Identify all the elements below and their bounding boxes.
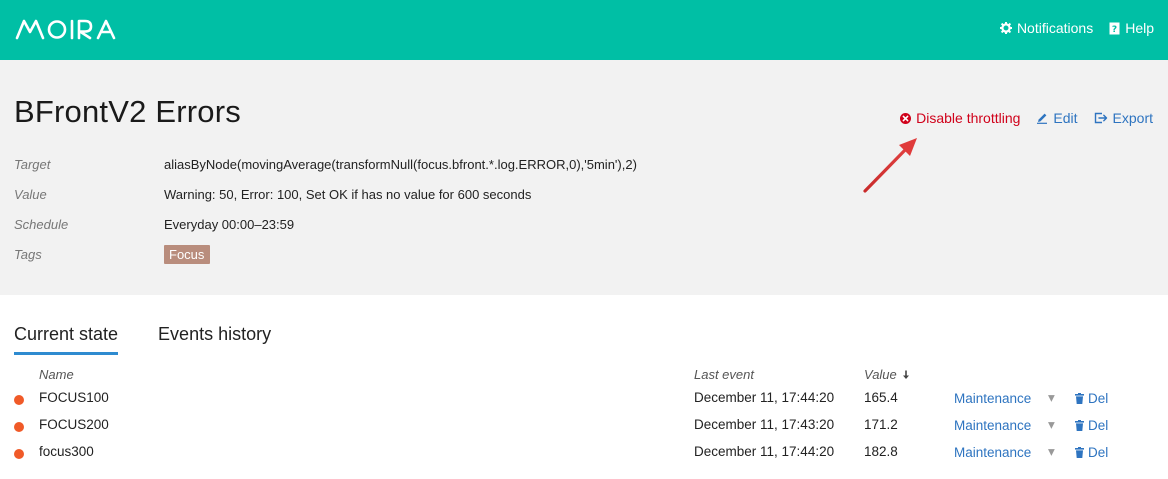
maintenance-dropdown[interactable]: Maintenance xyxy=(954,445,1031,460)
delete-label: Del xyxy=(1088,418,1109,433)
value-label: Value xyxy=(14,187,47,202)
delete-metric-button[interactable]: Del xyxy=(1075,445,1108,460)
metric-value: 171.2 xyxy=(864,417,898,432)
svg-text:?: ? xyxy=(1112,25,1117,35)
table-row: FOCUS200 December 11, 17:43:20 171.2 Mai… xyxy=(0,413,1168,440)
moira-logo-mark xyxy=(15,19,116,40)
maintenance-dropdown[interactable]: Maintenance xyxy=(954,391,1031,406)
delete-label: Del xyxy=(1088,445,1109,460)
top-bar: Notifications ? Help xyxy=(0,0,1168,60)
nav-help-label: Help xyxy=(1125,20,1154,36)
metric-name: FOCUS100 xyxy=(39,390,109,405)
last-event: December 11, 17:44:20 xyxy=(694,444,835,459)
moira-logo[interactable] xyxy=(15,17,119,41)
tab-events-history[interactable]: Events history xyxy=(158,324,271,355)
tab-bar: Current state Events history xyxy=(14,324,271,355)
metric-value: 182.8 xyxy=(864,444,898,459)
schedule-label: Schedule xyxy=(14,217,69,232)
annotation-arrow xyxy=(863,138,917,193)
tags-label: Tags xyxy=(14,247,42,262)
delete-metric-button[interactable]: Del xyxy=(1075,418,1108,433)
page-title: BFrontV2 Errors xyxy=(14,94,241,129)
top-nav: Notifications ? Help xyxy=(999,20,1154,36)
trash-icon xyxy=(1075,447,1084,458)
chevron-down-icon[interactable]: ▾ xyxy=(1048,417,1055,433)
metric-name: focus300 xyxy=(39,444,94,459)
schedule-value: Everyday 00:00–23:59 xyxy=(164,217,295,232)
sort-down-arrow-icon xyxy=(902,370,909,379)
column-header-last-event[interactable]: Last event xyxy=(694,367,754,382)
gear-icon xyxy=(999,22,1012,34)
export-label: Export xyxy=(1112,110,1153,126)
export-icon xyxy=(1094,112,1107,124)
tab-current-state[interactable]: Current state xyxy=(14,324,119,355)
column-header-name[interactable]: Name xyxy=(39,367,74,382)
target-value: aliasByNode(movingAverage(transformNull(… xyxy=(164,157,637,172)
tag-focus[interactable]: Focus xyxy=(164,245,211,264)
metric-name: FOCUS200 xyxy=(39,417,109,432)
last-event: December 11, 17:43:20 xyxy=(694,417,835,432)
export-button[interactable]: Export xyxy=(1094,110,1153,126)
error-circle-icon xyxy=(900,112,912,124)
tags-list: Focus xyxy=(164,245,211,264)
help-book-icon: ? xyxy=(1109,22,1120,35)
last-event: December 11, 17:44:20 xyxy=(694,390,835,405)
status-dot xyxy=(14,395,24,405)
delete-metric-button[interactable]: Del xyxy=(1075,391,1108,406)
maintenance-dropdown[interactable]: Maintenance xyxy=(954,418,1031,433)
target-label: Target xyxy=(14,157,51,172)
trash-icon xyxy=(1075,393,1084,404)
edit-button[interactable]: Edit xyxy=(1036,110,1078,126)
column-header-value[interactable]: Value xyxy=(864,367,910,382)
delete-label: Del xyxy=(1088,391,1109,406)
pencil-icon xyxy=(1037,113,1048,124)
nav-help[interactable]: ? Help xyxy=(1109,20,1154,36)
status-dot xyxy=(14,422,24,432)
disable-throttling-button[interactable]: Disable throttling xyxy=(900,110,1020,126)
disable-throttling-label: Disable throttling xyxy=(916,110,1021,126)
table-row: focus300 December 11, 17:44:20 182.8 Mai… xyxy=(0,440,1168,467)
trigger-actions: Disable throttling Edit Export xyxy=(900,110,1153,126)
trash-icon xyxy=(1075,420,1084,431)
metric-value: 165.4 xyxy=(864,390,898,405)
edit-label: Edit xyxy=(1053,110,1078,126)
status-dot xyxy=(14,449,24,459)
chevron-down-icon[interactable]: ▾ xyxy=(1048,390,1055,406)
nav-notifications[interactable]: Notifications xyxy=(999,20,1094,36)
nav-notifications-label: Notifications xyxy=(1016,20,1094,36)
trigger-info-panel: BFrontV2 Errors Disable throttling Edit … xyxy=(0,60,1168,295)
chevron-down-icon[interactable]: ▾ xyxy=(1048,444,1055,460)
column-header-value-label: Value xyxy=(864,367,897,382)
value-value: Warning: 50, Error: 100, Set OK if has n… xyxy=(164,187,532,202)
table-row: FOCUS100 December 11, 17:44:20 165.4 Mai… xyxy=(0,386,1168,413)
